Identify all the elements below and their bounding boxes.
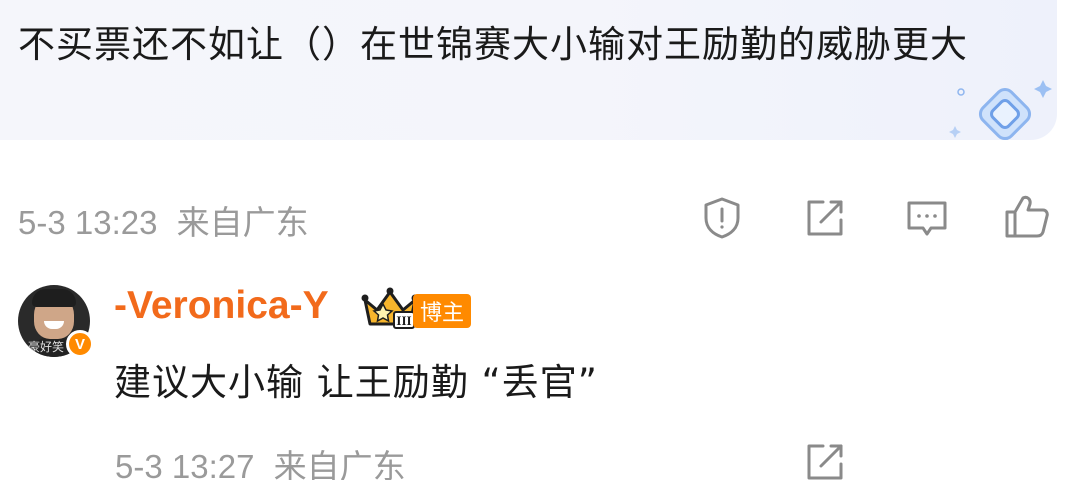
report-shield-icon[interactable] — [698, 194, 746, 242]
blogger-badge: 博主 — [413, 294, 471, 328]
reply-timestamp: 5-3 13:27 — [115, 448, 255, 480]
comment-icon[interactable] — [903, 194, 951, 242]
reply-username[interactable]: -Veronica-Y — [114, 284, 329, 328]
like-thumbs-up-icon[interactable] — [1003, 192, 1051, 240]
verified-badge-icon: V — [66, 330, 94, 358]
crown-level-text: III — [396, 313, 411, 328]
reply-repost-edit-icon[interactable] — [801, 438, 849, 480]
reply-location: 来自广东 — [273, 448, 406, 480]
comment-thread: 不买票还不如让（）在世锦赛大小输对王励勤的威胁更大 5-3 13:23 来自广东 — [0, 0, 1069, 480]
diamond-decoration-icon — [949, 80, 1052, 141]
quoted-comment-text: 不买票还不如让（）在世锦赛大小输对王励勤的威胁更大 — [18, 23, 968, 66]
reply-meta: 5-3 13:27 来自广东 — [115, 440, 406, 480]
comment-meta: 5-3 13:23 来自广东 — [18, 196, 309, 244]
reply-text: 建议大小输 让王励勤 “丢官” — [114, 361, 598, 404]
comment-timestamp: 5-3 13:23 — [18, 204, 158, 241]
crown-level-icon: III — [361, 286, 419, 332]
avatar-caption: 豪好笑 — [28, 340, 65, 354]
comment-location: 来自广东 — [176, 204, 309, 241]
repost-edit-icon[interactable] — [801, 194, 849, 242]
quoted-comment-bubble[interactable]: 不买票还不如让（）在世锦赛大小输对王励勤的威胁更大 — [0, 0, 1057, 141]
